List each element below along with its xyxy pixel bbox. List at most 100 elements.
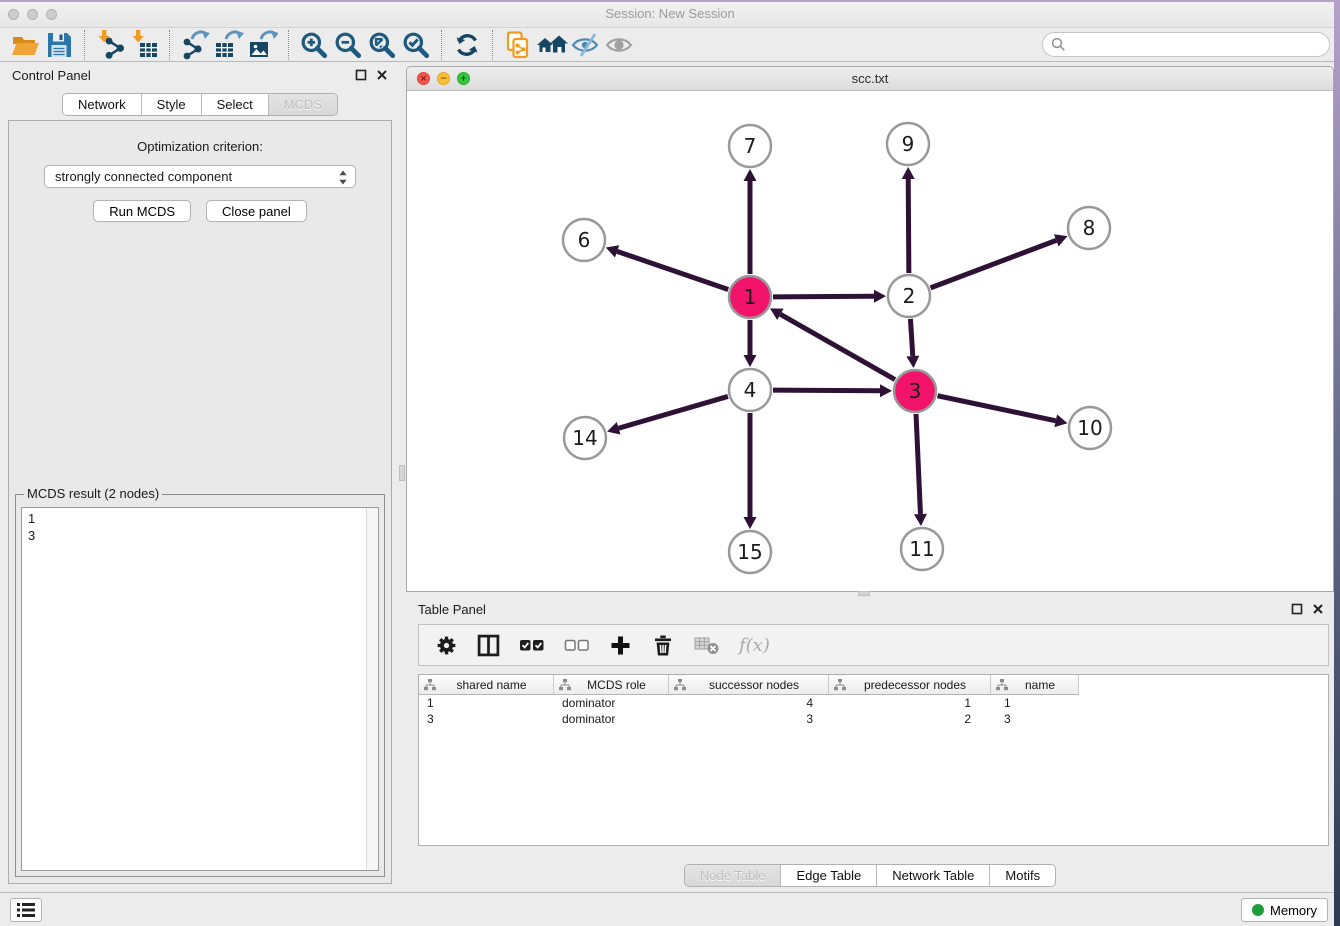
column-chooser-icon[interactable]	[477, 634, 500, 657]
table-panel-close-icon[interactable]	[1312, 603, 1324, 615]
create-column-icon[interactable]	[609, 634, 632, 657]
control-panel-float-icon[interactable]	[355, 69, 367, 81]
toolbar-separator	[492, 30, 493, 60]
zoom-in-icon[interactable]	[297, 29, 331, 61]
graph-edge-arrowhead	[744, 169, 757, 181]
graph-edge-arrowhead	[880, 384, 892, 397]
graph-edge-1-2[interactable]	[773, 296, 874, 297]
table-panel-header: Table Panel	[406, 596, 1334, 624]
mcds-result-group: MCDS result (2 nodes) 13	[15, 494, 385, 877]
table-cell: 1	[829, 695, 991, 711]
network-canvas[interactable]: 7968124314101511	[407, 91, 1333, 591]
window-titlebar: Session: New Session	[0, 0, 1340, 28]
graph-edge-2-3[interactable]	[910, 319, 912, 356]
mcds-result-title: MCDS result (2 nodes)	[24, 486, 162, 501]
import-table-icon[interactable]	[127, 29, 161, 61]
control-panel-header: Control Panel	[0, 62, 400, 90]
graph-edge-1-6[interactable]	[617, 251, 728, 289]
graph-node-label-9: 9	[902, 132, 915, 156]
application-window: Session: New Session Control Panel	[0, 0, 1340, 926]
tab-style[interactable]: Style	[142, 94, 202, 115]
column-header-successor-nodes[interactable]: successor nodes	[669, 675, 829, 695]
graph-edge-arrowhead	[1054, 414, 1067, 427]
tab-network[interactable]: Network	[63, 94, 142, 115]
column-header-shared-name[interactable]: shared name	[419, 675, 554, 695]
search-input[interactable]	[1042, 32, 1330, 57]
select-stepper-icon	[336, 169, 350, 192]
graph-node-label-6: 6	[578, 228, 591, 252]
desktop-edge-top	[0, 0, 1340, 2]
column-header-predecessor-nodes[interactable]: predecessor nodes	[829, 675, 991, 695]
control-panel: Control Panel NetworkStyleSelectMCDS Opt…	[0, 62, 400, 892]
select-all-icon[interactable]	[519, 635, 545, 655]
export-image-icon[interactable]	[246, 29, 280, 61]
table-row[interactable]: 1dominator411	[419, 695, 1328, 711]
tab-edge-table[interactable]: Edge Table	[781, 865, 877, 886]
deselect-all-icon[interactable]	[564, 635, 590, 655]
graph-edge-2-9[interactable]	[908, 179, 909, 273]
toolbar-separator	[288, 30, 289, 60]
tab-network-table[interactable]: Network Table	[877, 865, 990, 886]
zoom-fit-icon[interactable]	[365, 29, 399, 61]
mcds-result-line: 1	[28, 510, 372, 527]
column-header-MCDS-role[interactable]: MCDS role	[554, 675, 669, 695]
graph-edge-3-1[interactable]	[780, 314, 895, 379]
delete-columns-icon[interactable]	[651, 633, 675, 657]
mcds-result-line: 3	[28, 527, 372, 544]
task-history-button[interactable]	[10, 898, 42, 922]
network-view-window: × − + scc.txt 7968124314101511	[406, 66, 1334, 592]
open-session-icon[interactable]	[8, 29, 42, 61]
toolbar-separator	[84, 30, 85, 60]
main-area: Control Panel NetworkStyleSelectMCDS Opt…	[0, 62, 1340, 892]
table-panel-float-icon[interactable]	[1291, 603, 1303, 615]
close-panel-button[interactable]: Close panel	[206, 200, 307, 222]
search-box	[1042, 32, 1330, 57]
graph-edge-4-14[interactable]	[619, 396, 728, 428]
table-cell: 3	[669, 711, 829, 727]
graph-edge-2-8[interactable]	[931, 240, 1057, 288]
graph-edge-4-3[interactable]	[773, 390, 880, 391]
table-cell: dominator	[554, 711, 669, 727]
graph-node-label-1: 1	[744, 285, 757, 309]
graph-node-label-15: 15	[737, 540, 762, 564]
run-mcds-button[interactable]: Run MCDS	[93, 200, 191, 222]
graph-node-label-3: 3	[909, 379, 922, 403]
zoom-out-icon[interactable]	[331, 29, 365, 61]
delete-table-icon	[694, 634, 720, 656]
mcds-result-box[interactable]: 13	[21, 507, 379, 871]
save-session-icon[interactable]	[42, 29, 76, 61]
graph-edge-arrowhead	[744, 517, 757, 529]
duplicate-network-icon[interactable]	[501, 29, 535, 61]
tab-mcds[interactable]: MCDS	[269, 94, 337, 115]
column-header-name[interactable]: name	[991, 675, 1079, 695]
table-row[interactable]: 3dominator323	[419, 711, 1328, 727]
memory-button[interactable]: Memory	[1241, 898, 1328, 922]
network-window-titlebar: × − + scc.txt	[407, 67, 1333, 91]
graph-edge-arrowhead	[902, 167, 915, 179]
result-scrollbar[interactable]	[366, 508, 378, 870]
refresh-icon[interactable]	[450, 29, 484, 61]
tab-node-table[interactable]: Node Table	[685, 865, 782, 886]
graph-edge-arrowhead	[874, 290, 886, 303]
tab-select[interactable]: Select	[202, 94, 269, 115]
optimization-criterion-select[interactable]: strongly connected component	[44, 165, 356, 188]
show-graphics-details-icon	[603, 29, 637, 61]
graph-edge-3-10[interactable]	[938, 396, 1056, 421]
export-table-icon[interactable]	[212, 29, 246, 61]
zoom-selected-icon[interactable]	[399, 29, 433, 61]
network-overview-icon[interactable]	[535, 29, 569, 61]
table-panel-title: Table Panel	[418, 602, 486, 617]
table-mode-gear-icon[interactable]	[435, 634, 458, 657]
tab-motifs[interactable]: Motifs	[990, 865, 1055, 886]
control-panel-close-icon[interactable]	[376, 69, 388, 81]
graph-edge-arrowhead	[914, 514, 927, 526]
control-panel-tabs: NetworkStyleSelectMCDS	[0, 93, 400, 116]
main-toolbar	[0, 28, 1340, 62]
table-cell: 1	[991, 695, 1079, 711]
import-network-icon[interactable]	[93, 29, 127, 61]
export-network-icon[interactable]	[178, 29, 212, 61]
graph-edge-3-11[interactable]	[916, 414, 920, 514]
table-panel-tabs: Node TableEdge TableNetwork TableMotifs	[406, 864, 1334, 887]
hide-graphics-details-icon[interactable]	[569, 29, 603, 61]
vertical-splitter-handle[interactable]	[399, 465, 405, 481]
